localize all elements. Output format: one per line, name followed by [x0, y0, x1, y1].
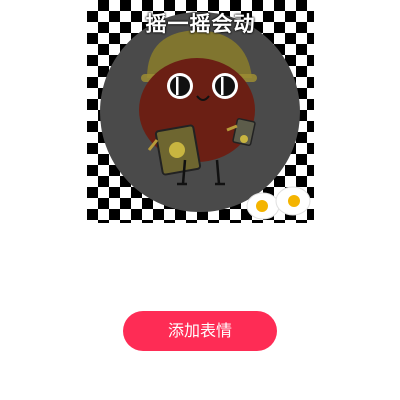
sticker-preview-screen: 摇一摇会动 添加表情 — [0, 0, 400, 400]
sticker-caption: 摇一摇会动 — [145, 12, 256, 36]
add-sticker-button[interactable]: 添加表情 — [123, 311, 277, 351]
sticker-preview[interactable]: 摇一摇会动 — [87, 0, 314, 223]
fried-egg-icon — [275, 186, 311, 216]
